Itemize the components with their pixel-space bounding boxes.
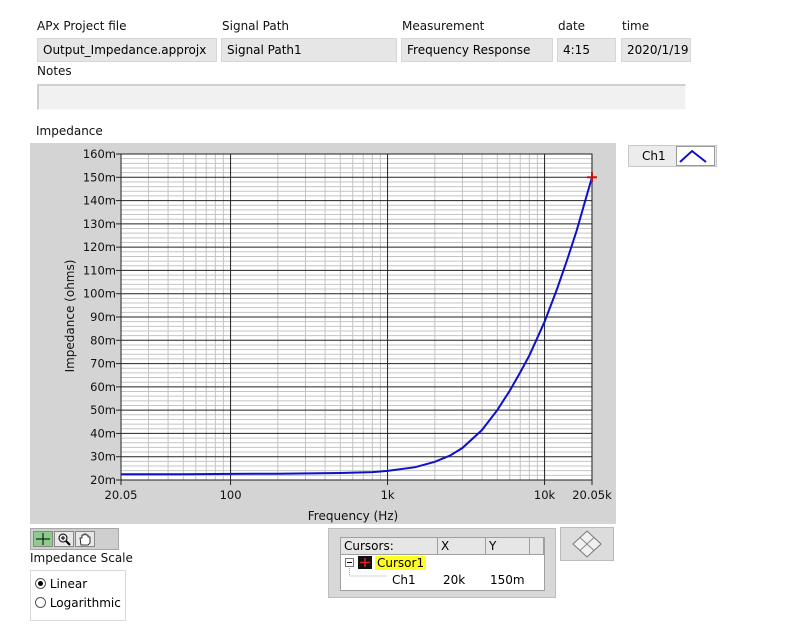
radio-linear-selected-icon[interactable] bbox=[35, 578, 46, 589]
zoom-tool-icon[interactable] bbox=[54, 531, 74, 547]
y-tick-label: 60m bbox=[90, 380, 116, 394]
impedance-scale-radio-group: Linear Logarithmic bbox=[30, 570, 126, 621]
cursor1-x-value: 20k bbox=[443, 573, 466, 587]
plot-legend[interactable]: Ch1 bbox=[628, 145, 717, 167]
radio-logarithmic-label: Logarithmic bbox=[49, 596, 121, 610]
graph-palette bbox=[30, 528, 119, 550]
cursor1-y-value: 150m bbox=[490, 573, 525, 587]
y-column-header: Y bbox=[486, 538, 530, 555]
legend-ch1-label: Ch1 bbox=[642, 149, 666, 163]
radio-logarithmic[interactable]: Logarithmic bbox=[35, 596, 121, 610]
y-tick-label: 50m bbox=[90, 403, 116, 417]
y-tick-label: 120m bbox=[83, 240, 116, 254]
crosshair-cursor-tool-icon[interactable] bbox=[33, 531, 53, 547]
cursor-table[interactable]: Cursors: X Y Cursor1 Ch1 20k 150m bbox=[340, 537, 545, 591]
y-tick-label: 30m bbox=[90, 450, 116, 464]
y-tick-label: 140m bbox=[83, 194, 116, 208]
y-tick-label: 110m bbox=[83, 263, 116, 277]
impedance-scale-label: Impedance Scale bbox=[30, 551, 133, 565]
cursor-move-button[interactable] bbox=[560, 527, 614, 561]
table-scroll-stub bbox=[530, 538, 544, 555]
radio-linear[interactable]: Linear bbox=[35, 577, 87, 591]
x-tick-label: 100 bbox=[220, 488, 242, 502]
cursor-move-diamond-icon[interactable] bbox=[561, 528, 613, 560]
y-tick-label: 40m bbox=[90, 426, 116, 440]
x-tick-label: 20.05 bbox=[105, 488, 138, 502]
cursors-column-header: Cursors: bbox=[341, 538, 438, 555]
y-axis-label: Impedance (ohms) bbox=[63, 260, 77, 373]
x-axis-label: Frequency (Hz) bbox=[308, 509, 399, 523]
radio-linear-label: Linear bbox=[49, 577, 88, 591]
pan-hand-tool-icon[interactable] bbox=[75, 531, 95, 547]
y-tick-label: 150m bbox=[83, 170, 116, 184]
x-tick-label: 1k bbox=[381, 488, 395, 502]
y-tick-label: 90m bbox=[90, 310, 116, 324]
y-tick-label: 100m bbox=[83, 287, 116, 301]
legend-line-swatch-icon bbox=[676, 146, 715, 166]
collapse-tree-icon[interactable] bbox=[345, 558, 355, 568]
y-tick-label: 20m bbox=[90, 473, 116, 487]
x-column-header: X bbox=[438, 538, 486, 555]
radio-logarithmic-icon[interactable] bbox=[35, 597, 46, 608]
y-tick-label: 70m bbox=[90, 357, 116, 371]
y-tick-label: 130m bbox=[83, 217, 116, 231]
x-tick-label: 20.05k bbox=[572, 488, 612, 502]
cursor1-channel: Ch1 bbox=[392, 573, 416, 587]
tree-connector-line bbox=[349, 568, 387, 577]
y-tick-label: 80m bbox=[90, 333, 116, 347]
y-tick-label: 160m bbox=[83, 147, 116, 161]
x-tick-label: 10k bbox=[534, 488, 556, 502]
